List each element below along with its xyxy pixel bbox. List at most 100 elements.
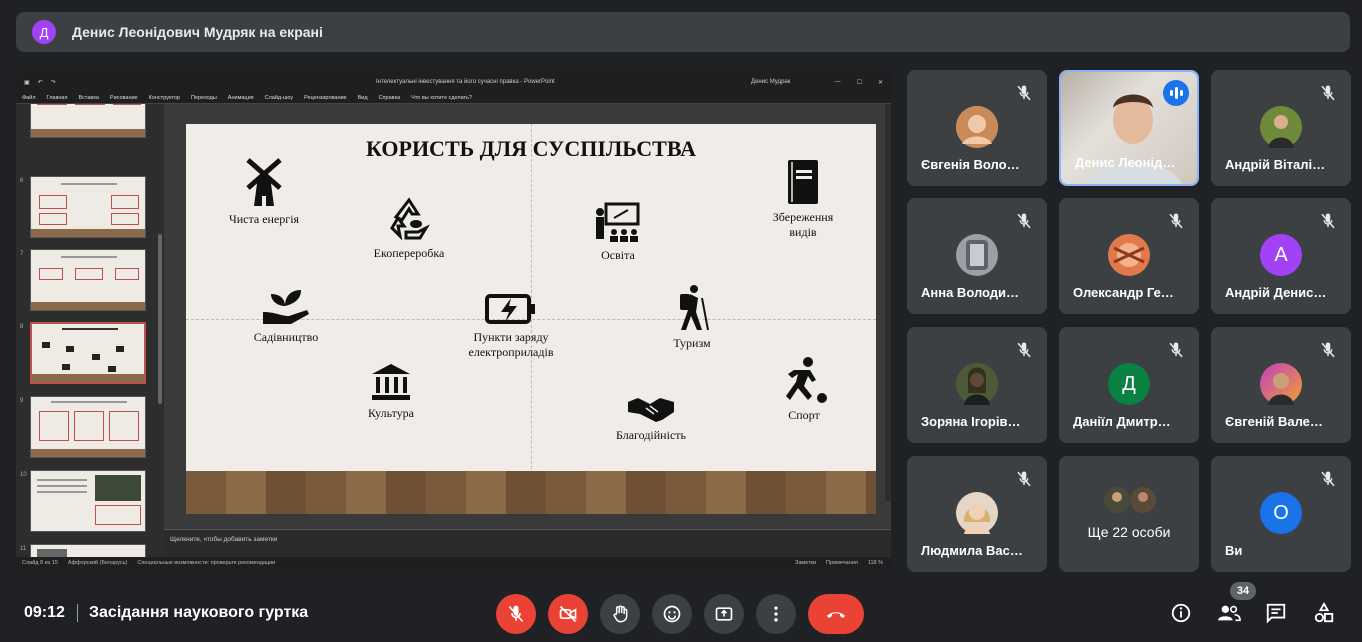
undo-icon: ↶ — [37, 79, 43, 86]
ppt-statusbar: Слайд 8 из 15 Аффорский (Беларусь) Специ… — [16, 557, 891, 569]
meeting-details-button[interactable] — [1166, 598, 1196, 628]
slide-thumbnail — [30, 249, 146, 311]
participants-button[interactable] — [1214, 598, 1244, 628]
more-options-button[interactable] — [756, 594, 796, 634]
teacher-icon — [596, 202, 640, 242]
maximize-icon: ☐ — [856, 79, 862, 86]
participant-tile[interactable]: Андрій Віталі… — [1211, 70, 1351, 186]
clock: 09:12 — [24, 604, 65, 621]
thumbnail-row: 10 — [16, 470, 156, 538]
participant-tile[interactable]: Зоряна Ігорів… — [907, 327, 1047, 443]
slide-canvas: КОРИСТЬ ДЛЯ СУСПІЛЬСТВА Чиста енергія Ек… — [186, 124, 876, 514]
thumbnail-row: 8 — [16, 322, 156, 390]
raise-hand-button[interactable] — [600, 594, 640, 634]
mic-off-icon — [1017, 213, 1031, 229]
avatar — [1108, 234, 1150, 276]
shapes-icon — [1314, 602, 1334, 623]
mic-off-icon — [1321, 471, 1335, 487]
item-tourism: Туризм — [660, 284, 724, 351]
avatar — [1260, 363, 1302, 405]
ribbon-tab: Главная — [46, 94, 68, 101]
slide-wood-floor — [186, 471, 876, 514]
participant-name: Андрій Віталі… — [1225, 157, 1326, 172]
ppt-ribbon: Файл Главная Вставка Рисование Конструкт… — [16, 92, 891, 104]
chat-icon — [1266, 603, 1286, 624]
participant-tile[interactable]: Євгеній Вале… — [1211, 327, 1351, 443]
windmill-icon — [246, 158, 282, 206]
avatar — [956, 234, 998, 276]
chat-button[interactable] — [1261, 598, 1291, 628]
hand-icon — [613, 605, 628, 623]
item-education: Освіта — [588, 202, 648, 263]
football-player-icon — [786, 357, 827, 403]
item-gardening: Садівництво — [246, 282, 326, 345]
reactions-button[interactable] — [652, 594, 692, 634]
slide-thumbnail — [30, 176, 146, 238]
self-tile[interactable]: О Ви — [1211, 456, 1351, 572]
notes-placeholder: Щелкните, чтобы добавить заметки — [170, 536, 278, 543]
thumbnail-row: 6 — [16, 176, 156, 244]
more-participants-tile[interactable]: Ще 22 особи — [1059, 456, 1199, 572]
ribbon-tab: Переходы — [190, 94, 217, 101]
participant-tile[interactable]: Євгенія Воло… — [907, 70, 1047, 186]
ribbon-tab: Анимация — [227, 94, 254, 101]
hangup-icon — [827, 612, 845, 618]
thumbnail-row — [16, 104, 156, 144]
presenting-banner: Д Денис Леонідович Мудряк на екрані — [16, 12, 1350, 52]
present-screen-button[interactable] — [704, 594, 744, 634]
close-icon: ✕ — [877, 79, 883, 86]
emoji-icon — [663, 605, 681, 623]
ribbon-tab: Конструктор — [148, 94, 180, 101]
participant-tile-speaking[interactable]: Денис Леонід… — [1059, 70, 1199, 186]
mic-off-icon — [1169, 342, 1183, 358]
save-icon: ▣ — [24, 79, 30, 86]
bottom-bar: 09:12 Засідання наукового гуртка 34 — [0, 582, 1362, 642]
leave-call-button[interactable] — [808, 594, 864, 634]
slide-thumbnail — [30, 396, 146, 458]
mic-toggle-button[interactable] — [496, 594, 536, 634]
ribbon-tab: Рецензирование — [304, 94, 347, 101]
item-culture: Культура — [356, 362, 426, 421]
museum-icon — [372, 364, 410, 400]
presenting-text: Денис Леонідович Мудряк на екрані — [72, 24, 323, 40]
ppt-body: 6 7 8 9 10 11 КОРИСТЬ ДЛЯ СУСПІЛЬСТВА Чи… — [16, 104, 891, 557]
minimize-icon: — — [834, 78, 841, 85]
activities-button[interactable] — [1309, 598, 1339, 628]
ribbon-tab: Справка — [378, 94, 401, 101]
participant-name: Даніїл Дмитр… — [1073, 414, 1171, 429]
thumbnail-scrollbar — [156, 104, 164, 557]
ribbon-tab: Вид — [357, 94, 368, 101]
participant-name: Олександр Ге… — [1073, 285, 1174, 300]
ribbon-tab: Рисование — [109, 94, 138, 101]
participant-name: Денис Леонід… — [1075, 155, 1176, 170]
participant-name: Людмила Вас… — [921, 543, 1023, 558]
mic-off-icon — [1017, 342, 1031, 358]
info-icon — [1171, 603, 1191, 623]
people-icon — [1218, 605, 1241, 622]
handshake-icon — [628, 398, 674, 422]
book-icon — [788, 160, 818, 204]
ribbon-tab: Слайд-шоу — [264, 94, 294, 101]
mic-off-icon — [508, 605, 524, 623]
participant-tile[interactable]: А Андрій Денис… — [1211, 198, 1351, 314]
ppt-titlebar: ▣ ↶ ↷ Інтелектуальні інвестування та йог… — [16, 72, 891, 92]
thumbnail-row: 11 — [16, 544, 156, 557]
participant-tile[interactable]: Анна Володи… — [907, 198, 1047, 314]
participant-name: Ви — [1225, 543, 1243, 558]
participant-tile[interactable]: Олександр Ге… — [1059, 198, 1199, 314]
item-charging-points: Пункти заряду електроприладів — [458, 292, 564, 360]
redo-icon: ↷ — [50, 79, 56, 86]
battery-charging-icon — [485, 294, 535, 324]
more-vert-icon — [774, 606, 778, 622]
item-species-preservation: Збереження видів — [758, 158, 848, 240]
ppt-user: Денис Мудрак — [751, 79, 791, 85]
slide-thumbnail-active — [30, 322, 146, 384]
camera-toggle-button[interactable] — [548, 594, 588, 634]
participant-tile[interactable]: Д Даніїл Дмитр… — [1059, 327, 1199, 443]
slide-thumbnails: 6 7 8 9 10 11 — [16, 104, 156, 557]
participant-tile[interactable]: Людмила Вас… — [907, 456, 1047, 572]
grouped-avatars — [1104, 487, 1156, 513]
slide-thumbnail — [30, 544, 146, 557]
slide-thumbnail — [30, 470, 146, 532]
participant-name: Анна Володи… — [921, 285, 1020, 300]
